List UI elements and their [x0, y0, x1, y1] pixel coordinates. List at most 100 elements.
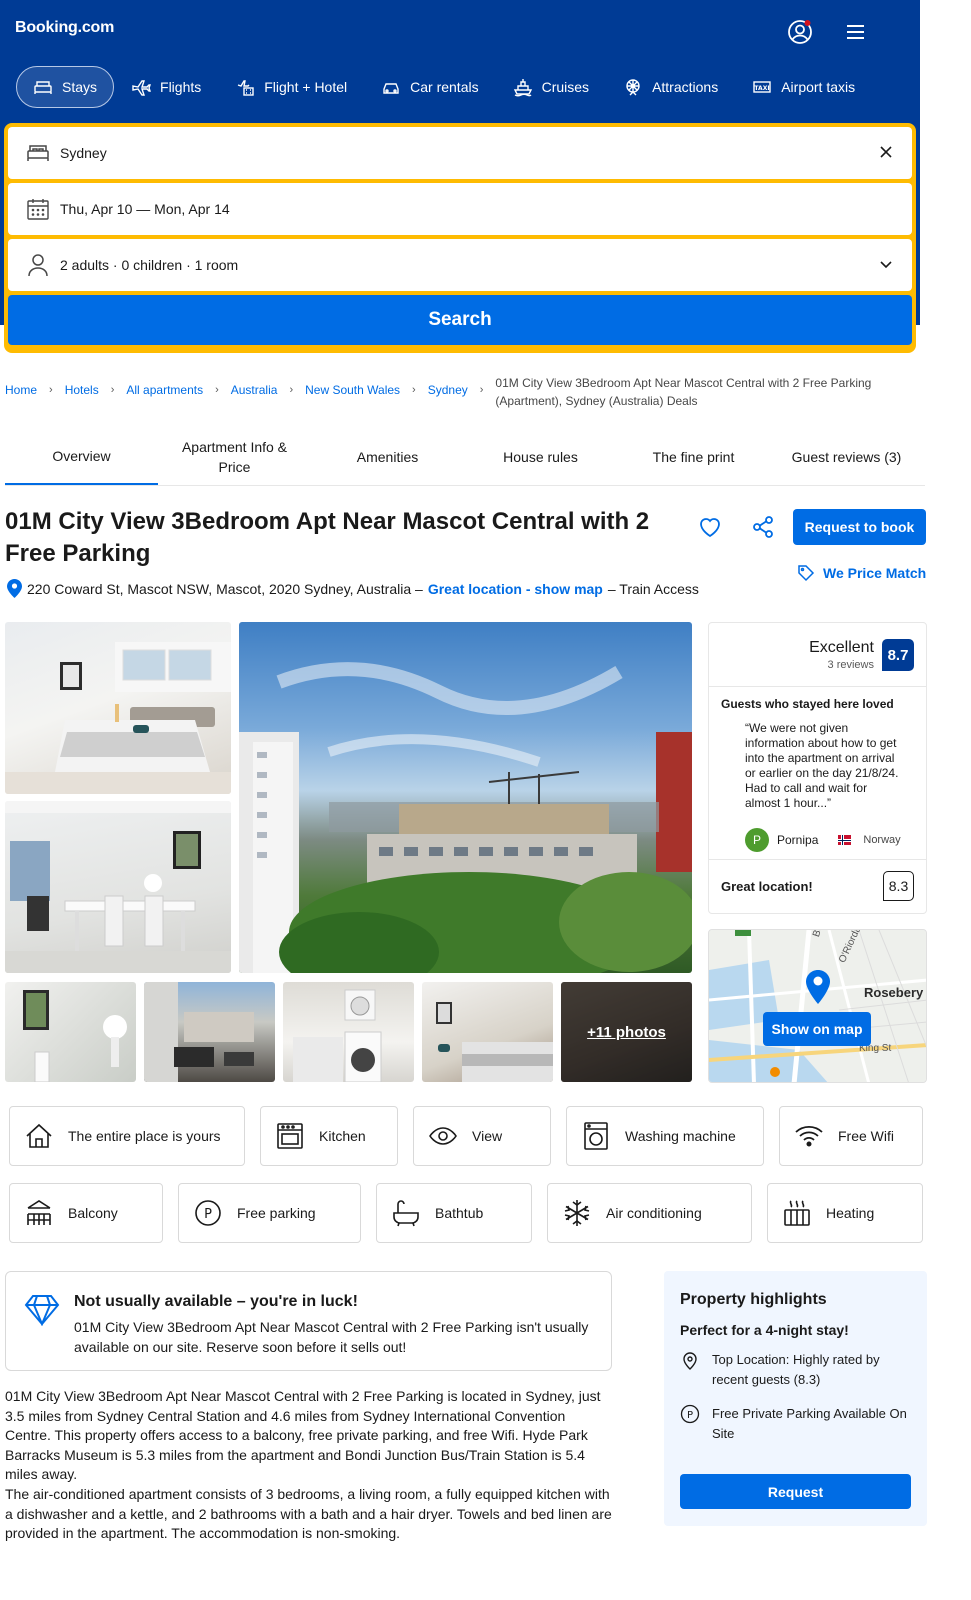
- bed-icon: [27, 145, 49, 161]
- chevron-down-icon: [880, 261, 892, 269]
- tab-house-rules[interactable]: House rules: [464, 428, 617, 485]
- description-paragraph: The air-conditioned apartment consists o…: [5, 1486, 612, 1541]
- review-author-name: Pornipa: [777, 833, 819, 847]
- map-preview[interactable]: Bourke Rd O'Riordan King St Rosebery Sho…: [708, 929, 927, 1083]
- photo-thumb-more[interactable]: +11 photos: [561, 982, 692, 1082]
- photo-thumb-balcony[interactable]: [144, 982, 275, 1082]
- date-field[interactable]: Thu, Apr 10 — Mon, Apr 14: [8, 183, 912, 235]
- ship-icon: [513, 79, 532, 97]
- facility-washing-machine: Washing machine: [566, 1106, 764, 1166]
- property-tabs: Overview Apartment Info & Price Amenitie…: [5, 428, 925, 486]
- facility-heating: Heating: [767, 1183, 923, 1243]
- location-pin-icon: [683, 1352, 697, 1370]
- location-rating-label: Great location!: [721, 879, 813, 894]
- nav-attractions[interactable]: Attractions: [606, 66, 735, 108]
- tab-guest-reviews[interactable]: Guest reviews (3): [770, 428, 923, 485]
- heart-icon[interactable]: [697, 514, 723, 540]
- clear-icon[interactable]: [878, 144, 894, 160]
- nav-stays[interactable]: Stays: [16, 66, 115, 108]
- parking-icon: P: [195, 1200, 221, 1226]
- nav-label: Stays: [62, 79, 98, 95]
- menu-icon[interactable]: [842, 18, 870, 46]
- destination-field[interactable]: Sydney: [8, 127, 912, 179]
- guests-value: 2 adults · 0 children · 1 room: [60, 257, 239, 273]
- availability-notice: Not usually available – you're in luck! …: [5, 1271, 612, 1371]
- tab-amenities[interactable]: Amenities: [311, 428, 464, 485]
- photo-thumb-bedroom[interactable]: [422, 982, 553, 1082]
- facility-label: Free parking: [237, 1205, 316, 1221]
- chevron-right-icon: ›: [289, 384, 294, 396]
- nav-flights[interactable]: Flights: [114, 66, 218, 108]
- nav-cruises[interactable]: Cruises: [496, 66, 606, 108]
- request-button[interactable]: Request: [680, 1474, 911, 1509]
- facility-label: View: [472, 1128, 503, 1144]
- share-icon[interactable]: [750, 514, 776, 540]
- property-highlights: Property highlights Perfect for a 4-nigh…: [664, 1271, 927, 1526]
- nav-car-rentals[interactable]: Car rentals: [364, 66, 495, 108]
- person-icon: [28, 254, 48, 277]
- svg-text:P: P: [687, 1410, 693, 1421]
- breadcrumb-link[interactable]: Hotels: [65, 383, 99, 397]
- review-summary-card: Excellent 3 reviews 8.7 Guests who staye…: [708, 622, 927, 914]
- breadcrumb-current: 01M City View 3Bedroom Apt Near Mascot C…: [495, 376, 872, 408]
- heating-icon: [784, 1200, 810, 1226]
- house-icon: [26, 1123, 52, 1148]
- account-icon[interactable]: [786, 18, 814, 46]
- eye-icon: [429, 1127, 457, 1145]
- location-score-badge: 8.3: [883, 871, 914, 901]
- photo-thumb-laundry[interactable]: [283, 982, 414, 1082]
- facility-label: Bathtub: [435, 1205, 484, 1221]
- search-button[interactable]: Search: [8, 295, 912, 345]
- price-match-link[interactable]: We Price Match: [797, 564, 926, 582]
- nav-label: Car rentals: [410, 79, 479, 95]
- photo-bedroom[interactable]: [5, 622, 231, 794]
- taxi-icon: TAXI: [753, 81, 771, 93]
- highlight-text: Free Private Parking Available On Site: [712, 1406, 907, 1441]
- highlights-subtitle: Perfect for a 4-night stay!: [680, 1322, 849, 1338]
- facility-label: Washing machine: [625, 1128, 736, 1144]
- nav-label: Cruises: [541, 79, 590, 95]
- review-score-header[interactable]: Excellent 3 reviews 8.7: [709, 623, 926, 687]
- nav-label: Attractions: [652, 79, 719, 95]
- photo-thumb-orchid[interactable]: [5, 982, 136, 1082]
- breadcrumb-link[interactable]: Home: [5, 383, 37, 397]
- show-map-link[interactable]: Great location - show map: [428, 581, 603, 597]
- breadcrumb-link[interactable]: Australia: [231, 383, 278, 397]
- request-to-book-button[interactable]: Request to book: [793, 509, 926, 545]
- booking-logo[interactable]: Booking.com: [15, 19, 114, 37]
- photo-dining[interactable]: [5, 801, 231, 973]
- breadcrumb-link[interactable]: All apartments: [126, 383, 203, 397]
- nav-airport-taxis[interactable]: TAXI Airport taxis: [735, 66, 872, 108]
- facility-balcony: Balcony: [9, 1183, 163, 1243]
- show-on-map-button[interactable]: Show on map: [763, 1012, 871, 1046]
- facility-view: View: [413, 1106, 551, 1166]
- chevron-right-icon: ›: [412, 384, 416, 396]
- photo-city-view[interactable]: [239, 622, 692, 973]
- highlight-item: Top Location: Highly rated by recent gue…: [680, 1350, 912, 1390]
- facility-label: Kitchen: [319, 1128, 366, 1144]
- review-rating-word: Excellent: [809, 639, 874, 656]
- breadcrumb-link[interactable]: Sydney: [428, 383, 468, 397]
- map-pin-icon: [806, 970, 830, 1004]
- guests-field[interactable]: 2 adults · 0 children · 1 room: [8, 239, 912, 291]
- availability-title: Not usually available – you're in luck!: [74, 1293, 358, 1310]
- washing-machine-icon: [584, 1122, 608, 1150]
- highlights-title: Property highlights: [680, 1291, 827, 1308]
- facility-free-wifi: Free Wifi: [779, 1106, 923, 1166]
- breadcrumb-link[interactable]: New South Wales: [305, 383, 400, 397]
- tab-fine-print[interactable]: The fine print: [617, 428, 770, 485]
- facility-kitchen: Kitchen: [260, 1106, 398, 1166]
- chevron-right-icon: ›: [110, 384, 115, 396]
- nav-flight-hotel[interactable]: Flight + Hotel: [218, 66, 364, 108]
- chevron-right-icon: ›: [479, 384, 484, 396]
- tab-apartment-info[interactable]: Apartment Info & Price: [158, 428, 311, 485]
- nav-label: Flight + Hotel: [264, 79, 348, 95]
- chevron-right-icon: ›: [49, 384, 53, 396]
- review-author: P Pornipa Norway: [745, 828, 901, 852]
- tab-overview[interactable]: Overview: [5, 428, 158, 485]
- more-photos-label[interactable]: +11 photos: [561, 982, 692, 1082]
- facility-bathtub: Bathtub: [376, 1183, 532, 1243]
- review-score-badge: 8.7: [882, 639, 914, 671]
- review-quote[interactable]: “We were not given information about how…: [745, 721, 905, 811]
- car-icon: [383, 83, 399, 94]
